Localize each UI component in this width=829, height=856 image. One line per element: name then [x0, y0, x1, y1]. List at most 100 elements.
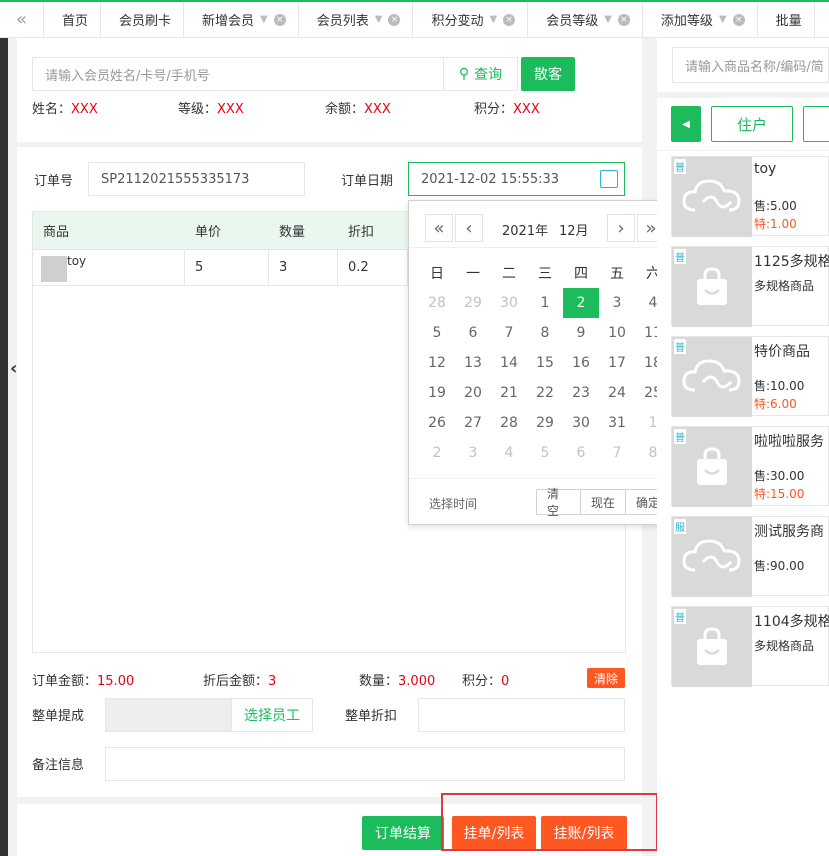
calendar-day[interactable]: 17	[599, 348, 635, 378]
calendar-day[interactable]: 28	[419, 288, 455, 318]
checkout-button[interactable]: 订单结算	[362, 816, 444, 850]
prev-month-icon[interactable]: ‹	[455, 214, 483, 242]
resident-label: 住户	[736, 115, 767, 134]
calendar-day[interactable]: 14	[491, 348, 527, 378]
tab-member-level[interactable]: 会员等级 ▼ ×	[528, 2, 643, 37]
calendar-day[interactable]: 6	[455, 318, 491, 348]
product-card[interactable]: 普 1125多规格 多规格商品	[671, 246, 829, 327]
calendar-day[interactable]: 24	[599, 378, 635, 408]
product-card[interactable]: 普 toy 售:5.00 特:1.00	[671, 156, 829, 237]
tab-member-list[interactable]: 会员列表 ▼ ×	[299, 2, 414, 37]
calendar-day[interactable]: 5	[527, 438, 563, 468]
calendar-day[interactable]: 7	[491, 318, 527, 348]
calendar-day[interactable]: 8	[527, 318, 563, 348]
calendar-day[interactable]: 7	[599, 438, 635, 468]
calendar-day[interactable]: 3	[599, 288, 635, 318]
select-time-link[interactable]: 选择时间	[429, 495, 477, 512]
calendar-day[interactable]: 9	[563, 318, 599, 348]
product-search-input[interactable]: 请输入商品名称/编码/简	[672, 47, 829, 83]
prev-year-icon[interactable]: «	[425, 214, 453, 242]
discount-cell[interactable]: 0.2	[338, 249, 408, 286]
calendar-day[interactable]: 26	[419, 408, 455, 438]
tab-batch[interactable]: 批量	[758, 2, 815, 37]
calendar-day[interactable]: 31	[599, 408, 635, 438]
product-type-badge: 普	[674, 429, 686, 444]
calendar-day[interactable]: 4	[491, 438, 527, 468]
product-special-price: 特:6.00	[754, 397, 797, 411]
tab-home[interactable]: 首页	[44, 2, 102, 37]
order-discount-input[interactable]	[418, 698, 625, 732]
calendar-clear-button[interactable]: 清空	[536, 487, 581, 518]
order-date-input[interactable]: 2021-12-02 15:55:33	[408, 162, 625, 196]
calendar-year[interactable]: 2021年	[502, 220, 548, 239]
calendar-day[interactable]: 23	[563, 378, 599, 408]
calendar-day[interactable]: 28	[491, 408, 527, 438]
calendar-day[interactable]: 22	[527, 378, 563, 408]
close-icon[interactable]: ×	[503, 13, 516, 26]
close-icon[interactable]: ×	[617, 13, 630, 26]
price-cell[interactable]: 5	[185, 249, 269, 286]
calendar-day[interactable]: 30	[491, 288, 527, 318]
order-no-input[interactable]: SP2112021555335173	[88, 162, 305, 196]
calendar-day[interactable]: 30	[563, 408, 599, 438]
choose-staff-button[interactable]: 选择员工	[231, 698, 313, 732]
highlight-box	[441, 793, 658, 851]
tab-points-change[interactable]: 积分变动 ▼ ×	[413, 2, 529, 37]
member-search-input[interactable]: 请输入会员姓名/卡号/手机号	[32, 57, 444, 91]
product-card[interactable]: 服 测试服务商 售:90.00	[671, 516, 829, 597]
calendar-day[interactable]: 6	[563, 438, 599, 468]
next-month-icon[interactable]: ›	[607, 214, 635, 242]
name-label: 姓名：	[32, 102, 72, 117]
pin-icon[interactable]: ▼	[719, 14, 727, 25]
checkout-label: 订单结算	[375, 826, 431, 842]
calendar-day[interactable]: 10	[599, 318, 635, 348]
qty-cell[interactable]: 3	[269, 249, 338, 286]
order-discount-label: 整单折扣	[345, 709, 398, 724]
tab-add-member[interactable]: 新增会员 ▼ ×	[184, 2, 299, 37]
pin-icon[interactable]: ▼	[375, 14, 383, 25]
calendar-day[interactable]: 5	[419, 318, 455, 348]
calendar-day[interactable]: 12	[419, 348, 455, 378]
product-card[interactable]: 普 1104多规格 多规格商品	[671, 606, 829, 687]
calendar-day[interactable]: 21	[491, 378, 527, 408]
clear-items-button[interactable]: 清除	[587, 668, 625, 688]
staff-field[interactable]	[105, 698, 232, 732]
category-next-button[interactable]	[803, 106, 829, 142]
calendar-day[interactable]: 13	[455, 348, 491, 378]
pin-icon[interactable]: ▼	[489, 14, 497, 25]
walkin-button[interactable]: 散客	[521, 57, 575, 91]
calendar-day[interactable]: 20	[455, 378, 491, 408]
calendar-day[interactable]: 29	[455, 288, 491, 318]
calendar-day[interactable]: 1	[527, 288, 563, 318]
calendar-day[interactable]: 2	[419, 438, 455, 468]
calendar-icon[interactable]	[600, 170, 618, 188]
product-card[interactable]: 普 特价商品 售:10.00 特:6.00	[671, 336, 829, 417]
calendar-day[interactable]: 16	[563, 348, 599, 378]
product-card[interactable]: 普 啦啦啦服务 售:30.00 特:15.00	[671, 426, 829, 507]
divider	[657, 150, 829, 151]
query-button[interactable]: ⚲ 查询	[443, 57, 518, 91]
category-resident-button[interactable]: 住户	[711, 106, 793, 142]
calendar-now-button[interactable]: 现在	[580, 489, 626, 515]
calendar-day[interactable]: 27	[455, 408, 491, 438]
calendar-day[interactable]: 2	[563, 288, 599, 318]
tab-label: 会员刷卡	[119, 14, 172, 29]
tab-add-level[interactable]: 添加等级 ▼ ×	[643, 2, 758, 37]
calendar-day[interactable]: 3	[455, 438, 491, 468]
close-icon[interactable]: ×	[388, 13, 401, 26]
remark-input[interactable]	[105, 747, 625, 781]
calendar-day[interactable]: 19	[419, 378, 455, 408]
clear-items-label: 清除	[593, 671, 618, 686]
close-icon[interactable]: ×	[732, 13, 745, 26]
order-amount: 订单金额：15.00	[32, 670, 134, 689]
product-name: 特价商品	[754, 344, 810, 360]
calendar-month[interactable]: 12月	[559, 220, 589, 239]
category-prev-icon[interactable]: ◀	[671, 106, 701, 142]
calendar-day[interactable]: 29	[527, 408, 563, 438]
tab-member-card[interactable]: 会员刷卡	[101, 2, 185, 37]
calendar-day[interactable]: 15	[527, 348, 563, 378]
tabs-scroll-left-icon[interactable]: «	[0, 2, 44, 37]
close-icon[interactable]: ×	[273, 13, 286, 26]
pin-icon[interactable]: ▼	[260, 14, 268, 25]
pin-icon[interactable]: ▼	[604, 14, 612, 25]
